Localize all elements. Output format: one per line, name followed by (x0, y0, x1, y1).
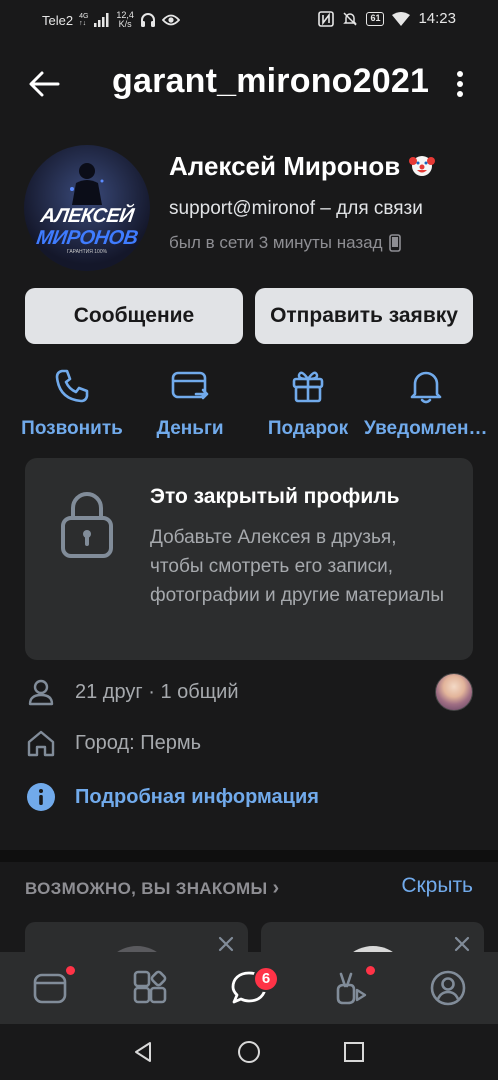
clips-notification-dot (366, 966, 375, 975)
tab-news[interactable] (26, 964, 75, 1012)
services-icon (133, 970, 167, 1004)
city-text: Город: Пермь (75, 731, 201, 754)
section-separator (0, 850, 498, 862)
friends-count: 21 друг · 1 общий (75, 680, 239, 703)
page-title: garant_mirono2021 (112, 62, 430, 100)
back-button[interactable] (26, 66, 62, 102)
news-icon (33, 973, 67, 1004)
suggestions-title[interactable]: ВОЗМОЖНО, ВЫ ЗНАКОМЫ › (25, 877, 279, 900)
close-icon[interactable] (454, 936, 470, 952)
tab-clips[interactable] (326, 964, 375, 1012)
profile-status[interactable]: support@mironof – для связи (169, 198, 465, 220)
suggestions-title-text: ВОЗМОЖНО, ВЫ ЗНАКОМЫ (25, 879, 268, 898)
money-action[interactable]: Деньги (128, 366, 252, 442)
nav-home-icon[interactable] (237, 1040, 261, 1064)
mute-bell-icon (343, 11, 358, 26)
mutual-friend-avatar[interactable] (435, 673, 473, 711)
nav-recents-icon[interactable] (342, 1040, 366, 1064)
gift-icon (292, 371, 324, 403)
tab-profile[interactable] (424, 964, 472, 1012)
more-vertical-icon (457, 71, 463, 97)
avatar-caption: ГАРАНТИЯ 100% (66, 249, 108, 255)
profile-name: Алексей Миронов (169, 151, 436, 182)
network-indicator: 4G ↑↓ (79, 13, 89, 27)
message-button[interactable]: Сообщение (25, 288, 243, 344)
nfc-icon (318, 10, 335, 27)
phone-icon (55, 369, 89, 403)
details-row[interactable]: Подробная информация (25, 777, 473, 817)
network-speed: 12,4 K/s (116, 10, 134, 29)
bottom-tab-bar: 6 (0, 952, 498, 1024)
messages-badge: 6 (253, 966, 279, 992)
close-icon[interactable] (218, 936, 234, 952)
home-icon (25, 727, 57, 759)
tab-services[interactable] (126, 964, 174, 1012)
top-app-bar: garant_mirono2021 (0, 40, 498, 126)
hide-suggestions-button[interactable]: Скрыть (401, 874, 473, 898)
closed-profile-text: Добавьте Алексея в друзья, чтобы смотрет… (150, 527, 445, 606)
money-label: Деньги (156, 418, 224, 439)
notifications-action[interactable]: Уведомления (364, 366, 488, 442)
system-navigation-bar (0, 1024, 498, 1080)
gift-label: Подарок (267, 418, 349, 439)
carrier-name: Tele2 (42, 12, 74, 28)
tab-messages[interactable]: 6 (225, 964, 279, 1012)
clown-emoji-icon (409, 156, 436, 176)
news-notification-dot (66, 966, 75, 975)
arrow-left-icon (29, 71, 60, 97)
clips-icon (336, 972, 367, 1005)
avatar-text-second: МИРОНОВ (35, 227, 140, 249)
avatar-text-first: АЛЕКСЕЙ (39, 205, 135, 227)
mobile-phone-icon (388, 234, 401, 252)
lock-icon (61, 492, 113, 558)
details-link[interactable]: Подробная информация (75, 786, 319, 809)
call-label: Позвонить (21, 418, 123, 439)
figure-icon (70, 163, 104, 205)
gift-action[interactable]: Подарок (246, 366, 370, 442)
eye-icon (161, 14, 180, 26)
profile-icon (430, 970, 466, 1006)
nav-back-icon[interactable] (131, 1040, 155, 1064)
bell-icon (410, 371, 442, 404)
city-row: Город: Пермь (25, 723, 473, 763)
chevron-right-icon: › (272, 877, 280, 899)
closed-profile-card: Это закрытый профиль Добавьте Алексея в … (25, 458, 473, 660)
profile-avatar[interactable]: АЛЕКСЕЙ МИРОНОВ ГАРАНТИЯ 100% (24, 145, 150, 271)
user-icon (25, 676, 57, 708)
signal-icon (94, 13, 109, 27)
money-transfer-icon (171, 371, 209, 400)
status-bar: Tele2 4G ↑↓ 12,4 K/s 61 14:23 (0, 0, 498, 40)
friend-request-button[interactable]: Отправить заявку (255, 288, 473, 344)
headset-icon (140, 13, 155, 27)
call-action[interactable]: Позвонить (10, 366, 134, 442)
last-seen-text: был в сети 3 минуты назад (169, 233, 383, 252)
profile-name-text: Алексей Миронов (169, 151, 401, 181)
clock: 14:23 (418, 10, 456, 27)
wifi-icon (392, 11, 411, 26)
last-seen: был в сети 3 минуты назад (169, 233, 401, 253)
battery-indicator: 61 (366, 11, 385, 26)
info-circle-icon (25, 781, 57, 813)
notifications-label: Уведомления (364, 418, 488, 439)
more-options-button[interactable] (448, 66, 472, 102)
friends-row[interactable]: 21 друг · 1 общий (25, 672, 473, 712)
closed-profile-title: Это закрытый профиль (150, 485, 400, 508)
